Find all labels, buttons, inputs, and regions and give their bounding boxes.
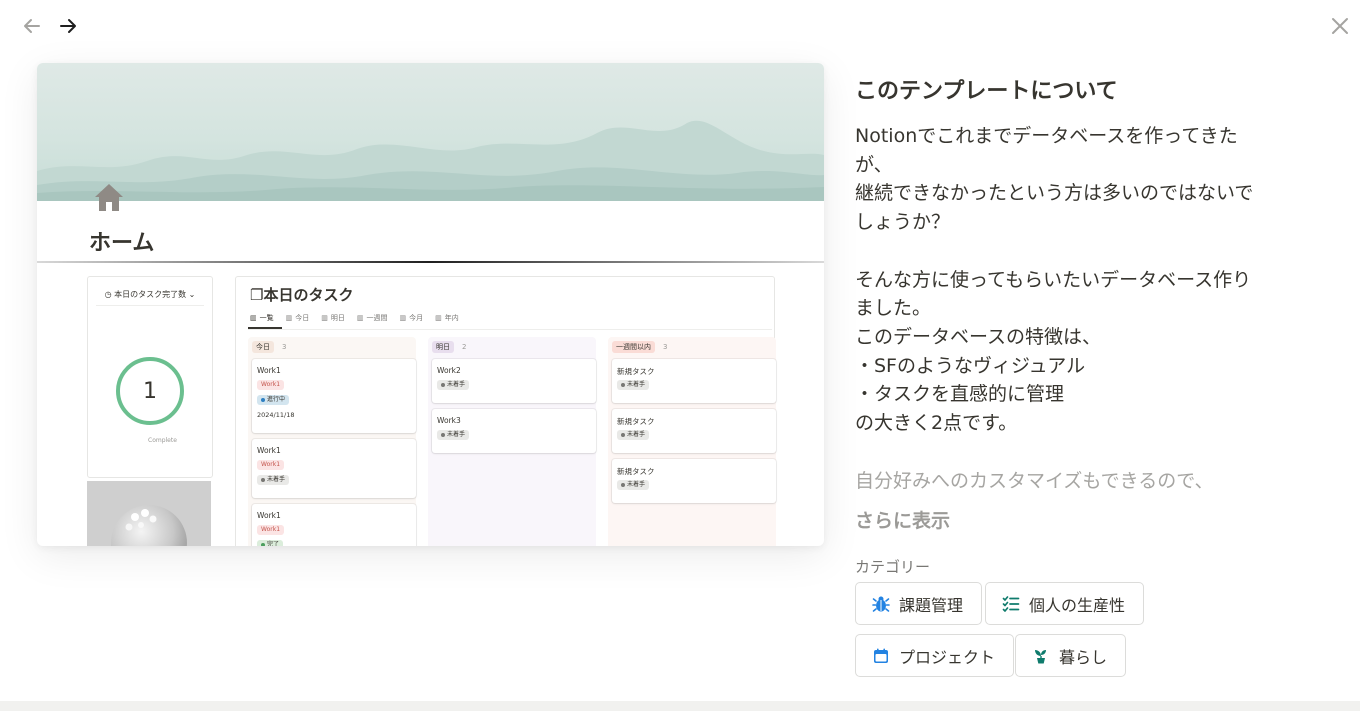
- board-column: 一週間以内 3 新規タスク 未着手 新規タスク 未着手 新規タスク 未着手: [608, 337, 776, 546]
- board-view-tab[interactable]: ▥ 明日: [321, 313, 345, 323]
- category-chip-lifestyle[interactable]: 暮らし: [1015, 634, 1127, 677]
- task-name: 新規タスク: [617, 467, 655, 476]
- table-icon: ▥: [399, 314, 407, 322]
- column-label: 明日: [432, 341, 454, 353]
- divider: [37, 261, 824, 263]
- task-tag: Work1: [257, 525, 285, 535]
- top-bar: [0, 0, 1360, 56]
- task-tag: Work1: [257, 380, 285, 390]
- task-card[interactable]: 新規タスク 未着手: [612, 359, 776, 403]
- task-name: 新規タスク: [617, 367, 655, 376]
- show-more-button[interactable]: さらに表示: [855, 506, 950, 533]
- status-dot: [261, 543, 265, 546]
- template-description: Notionでこれまでデータベースを作ってきたが、 継続できなかったという方は多…: [855, 125, 1254, 435]
- task-name: Work1: [257, 511, 281, 520]
- task-status: 未着手: [437, 430, 470, 440]
- column-label: 今日: [252, 341, 274, 353]
- task-name: Work1: [257, 366, 281, 375]
- status-dot: [441, 433, 445, 437]
- column-label: 一週間以内: [612, 341, 655, 353]
- page-title: ホーム: [89, 231, 155, 256]
- view-tabs: ▥ 一覧 ▥ 今日 ▥ 明日 ▥ 一週間 ▥ 今月 ▥ 年内: [250, 313, 459, 323]
- task-card[interactable]: 新規タスク 未着手: [612, 459, 776, 503]
- status-dot: [261, 478, 265, 482]
- column-count: 2: [462, 343, 467, 351]
- category-label: カテゴリー: [855, 558, 931, 576]
- widget-title: ◷ 本日のタスク完了数 ⌄: [104, 290, 196, 299]
- task-status: 未着手: [257, 475, 290, 485]
- board-view-tab[interactable]: ▥ 一覧: [250, 313, 274, 323]
- board-column: 明日 2 Work2 未着手 Work3 未着手: [428, 337, 596, 546]
- arrow-left-icon: [24, 19, 40, 33]
- cover-image: [37, 63, 824, 201]
- bug-icon: [872, 595, 890, 613]
- status-dot: [621, 383, 625, 387]
- task-name: Work2: [437, 366, 461, 375]
- table-icon: ▥: [321, 314, 328, 322]
- board-view-tab[interactable]: ▥ 一週間: [357, 313, 388, 323]
- table-icon: ▥: [435, 314, 442, 322]
- table-icon: ▥: [250, 314, 257, 322]
- close-icon: [1332, 18, 1348, 34]
- task-card[interactable]: Work1 Work1 未着手: [252, 439, 416, 498]
- calendar-icon: [872, 647, 890, 665]
- status-dot: [621, 483, 625, 487]
- task-card[interactable]: Work2 未着手: [432, 359, 596, 403]
- task-name: 新規タスク: [617, 417, 655, 426]
- sphere-image: [87, 481, 211, 546]
- board-view-tab[interactable]: ▥ 今日: [286, 313, 310, 323]
- forward-button[interactable]: [54, 12, 82, 40]
- task-date: 2024/11/18: [257, 411, 295, 419]
- status-dot: [441, 383, 445, 387]
- task-complete-widget: ◷ 本日のタスク完了数 ⌄ 1 Complete: [87, 276, 213, 478]
- status-dot: [621, 433, 625, 437]
- column-header: 明日 2: [432, 341, 466, 353]
- column-count: 3: [282, 343, 287, 351]
- complete-caption: Complete: [148, 437, 177, 444]
- task-name: Work1: [257, 446, 281, 455]
- category-chip-personal-productivity[interactable]: 個人の生産性: [985, 582, 1145, 625]
- footer-strip: [0, 701, 1360, 711]
- plant-icon: [1032, 647, 1050, 665]
- status-dot: [261, 398, 265, 402]
- task-tag: Work1: [257, 460, 285, 470]
- house-icon: [93, 181, 125, 217]
- checklist-icon: [1002, 595, 1020, 613]
- task-status: 未着手: [617, 380, 650, 390]
- arrow-right-icon: [60, 19, 76, 33]
- task-status: 未着手: [617, 430, 650, 440]
- template-description-faded: 自分好みへのカスタマイズもできるので、: [855, 470, 1214, 492]
- task-card[interactable]: Work1 Work1 完了: [252, 504, 416, 546]
- task-status: 完了: [257, 540, 284, 546]
- column-header: 今日 3: [252, 341, 286, 353]
- column-count: 3: [663, 343, 668, 351]
- close-button[interactable]: [1326, 12, 1354, 40]
- column-header: 一週間以内 3: [612, 341, 667, 353]
- progress-ring: 1: [116, 357, 184, 425]
- board-view-tab[interactable]: ▥ 年内: [435, 313, 459, 323]
- board-view-tab[interactable]: ▥ 今月: [400, 313, 424, 323]
- complete-count: 1: [143, 378, 157, 404]
- category-chip-project[interactable]: プロジェクト: [855, 634, 1015, 677]
- template-preview[interactable]: ホーム ◷ 本日のタスク完了数 ⌄ 1 Complete ❐本日のタスク ▥ 一覧…: [37, 63, 824, 546]
- about-title: このテンプレートについて: [855, 79, 1118, 104]
- task-status: 進行中: [257, 395, 290, 405]
- task-status: 未着手: [617, 480, 650, 490]
- task-status: 未着手: [437, 380, 470, 390]
- task-board: ❐本日のタスク ▥ 一覧 ▥ 今日 ▥ 明日 ▥ 一週間 ▥ 今月 ▥ 年内 今日 3 Work1 Work…: [235, 276, 776, 546]
- board-title: ❐本日のタスク: [250, 286, 354, 304]
- task-card[interactable]: Work1 Work1 進行中 2024/11/18: [252, 359, 416, 433]
- task-card[interactable]: Work3 未着手: [432, 409, 596, 453]
- back-button[interactable]: [18, 12, 46, 40]
- table-icon: ▥: [356, 314, 364, 322]
- category-chip-issue-tracking[interactable]: 課題管理: [855, 582, 983, 625]
- board-column: 今日 3 Work1 Work1 進行中 2024/11/18 Work1 Work1 未着手 W…: [248, 337, 416, 546]
- task-name: Work3: [437, 416, 461, 425]
- table-icon: ▥: [285, 314, 293, 322]
- task-card[interactable]: 新規タスク 未着手: [612, 409, 776, 453]
